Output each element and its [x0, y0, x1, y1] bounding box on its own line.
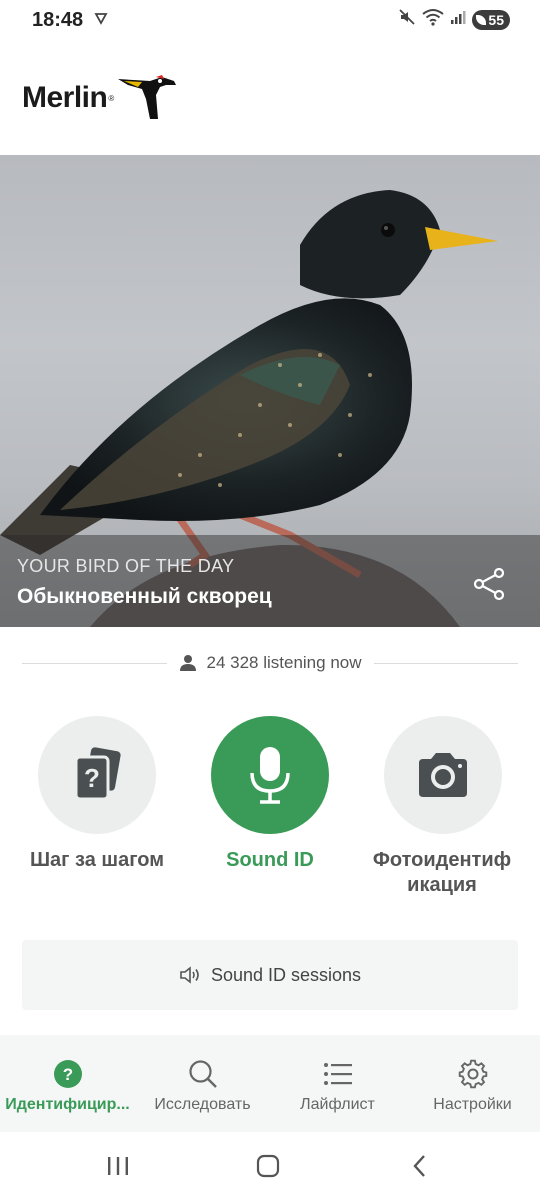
speaker-icon: [180, 966, 199, 984]
listening-now-indicator: 24 328 listening now: [22, 645, 519, 681]
share-icon: [473, 567, 505, 601]
home-icon: [256, 1154, 280, 1178]
sound-id-sessions-label: Sound ID sessions: [210, 964, 362, 985]
nav-lifelist-label: Лайфлист: [300, 1096, 375, 1113]
navigation-indicator-icon: [94, 11, 108, 28]
step-by-step-button[interactable]: ?: [38, 716, 156, 834]
sound-id-button[interactable]: [211, 716, 329, 834]
status-time: 18:48: [32, 9, 84, 31]
recent-apps-icon: [108, 1157, 128, 1175]
nav-settings[interactable]: Настройки: [405, 1035, 540, 1132]
woodpecker-logo-icon: [118, 75, 177, 119]
power-saving-icon: [476, 14, 487, 25]
status-icons: 55: [398, 8, 510, 31]
nav-explore[interactable]: Исследовать: [135, 1035, 270, 1132]
status-bar: 18:48 55: [0, 0, 540, 40]
battery-level: 55: [488, 11, 504, 28]
logo-registered-mark: ®: [108, 93, 115, 103]
nav-identify[interactable]: ? Идентифицир...: [0, 1035, 135, 1132]
nav-identify-label: Идентифицир...: [5, 1096, 130, 1113]
nav-explore-label: Исследовать: [154, 1096, 251, 1113]
merlin-logo: Merlin ®: [22, 70, 178, 126]
recent-apps-button[interactable]: [98, 1150, 138, 1182]
battery-indicator: 55: [472, 9, 510, 30]
logo-text: Merlin: [22, 81, 108, 114]
microphone-icon: [250, 747, 290, 804]
search-icon: [188, 1059, 218, 1089]
sound-id-label: Sound ID: [226, 849, 314, 871]
step-by-step-label: Шаг за шагом: [29, 849, 165, 871]
signal-icon: [450, 9, 466, 30]
wifi-icon: [422, 8, 445, 31]
svg-text:?: ?: [84, 763, 100, 793]
share-button[interactable]: [470, 564, 510, 604]
divider-right: [373, 662, 519, 664]
svg-text:?: ?: [62, 1065, 72, 1084]
sound-id-sessions-button[interactable]: Sound ID sessions: [22, 940, 518, 1010]
bottom-navigation: ? Идентифицир... Исследовать Лайфлист На…: [0, 1035, 540, 1132]
divider-left: [22, 662, 167, 664]
nav-lifelist[interactable]: Лайфлист: [270, 1035, 405, 1132]
hero-caption-overlay: [0, 535, 540, 627]
bird-name: Обыкновенный скворец: [17, 585, 272, 608]
question-cards-icon: ?: [74, 747, 121, 801]
gear-icon: [458, 1059, 488, 1089]
back-button[interactable]: [400, 1150, 440, 1182]
bird-of-the-day-card[interactable]: YOUR BIRD OF THE DAY Обыкновенный скворе…: [0, 155, 540, 627]
list-icon: [323, 1059, 353, 1089]
camera-icon: [419, 753, 467, 797]
help-circle-icon: ?: [53, 1059, 83, 1089]
photo-id-label-line2: икация: [407, 874, 477, 896]
nav-settings-label: Настройки: [433, 1096, 512, 1113]
person-icon: [179, 655, 196, 671]
system-navigation-bar: [0, 1132, 540, 1200]
home-button[interactable]: [248, 1150, 288, 1182]
back-icon: [413, 1155, 425, 1177]
mute-icon: [398, 8, 416, 31]
listening-count: 24 328 listening now: [206, 653, 362, 672]
bird-of-day-label: YOUR BIRD OF THE DAY: [17, 556, 235, 576]
photo-id-button[interactable]: [384, 716, 502, 834]
photo-id-label: Фотоидентиф икация: [347, 848, 537, 898]
photo-id-label-line1: Фотоидентиф: [372, 849, 512, 871]
